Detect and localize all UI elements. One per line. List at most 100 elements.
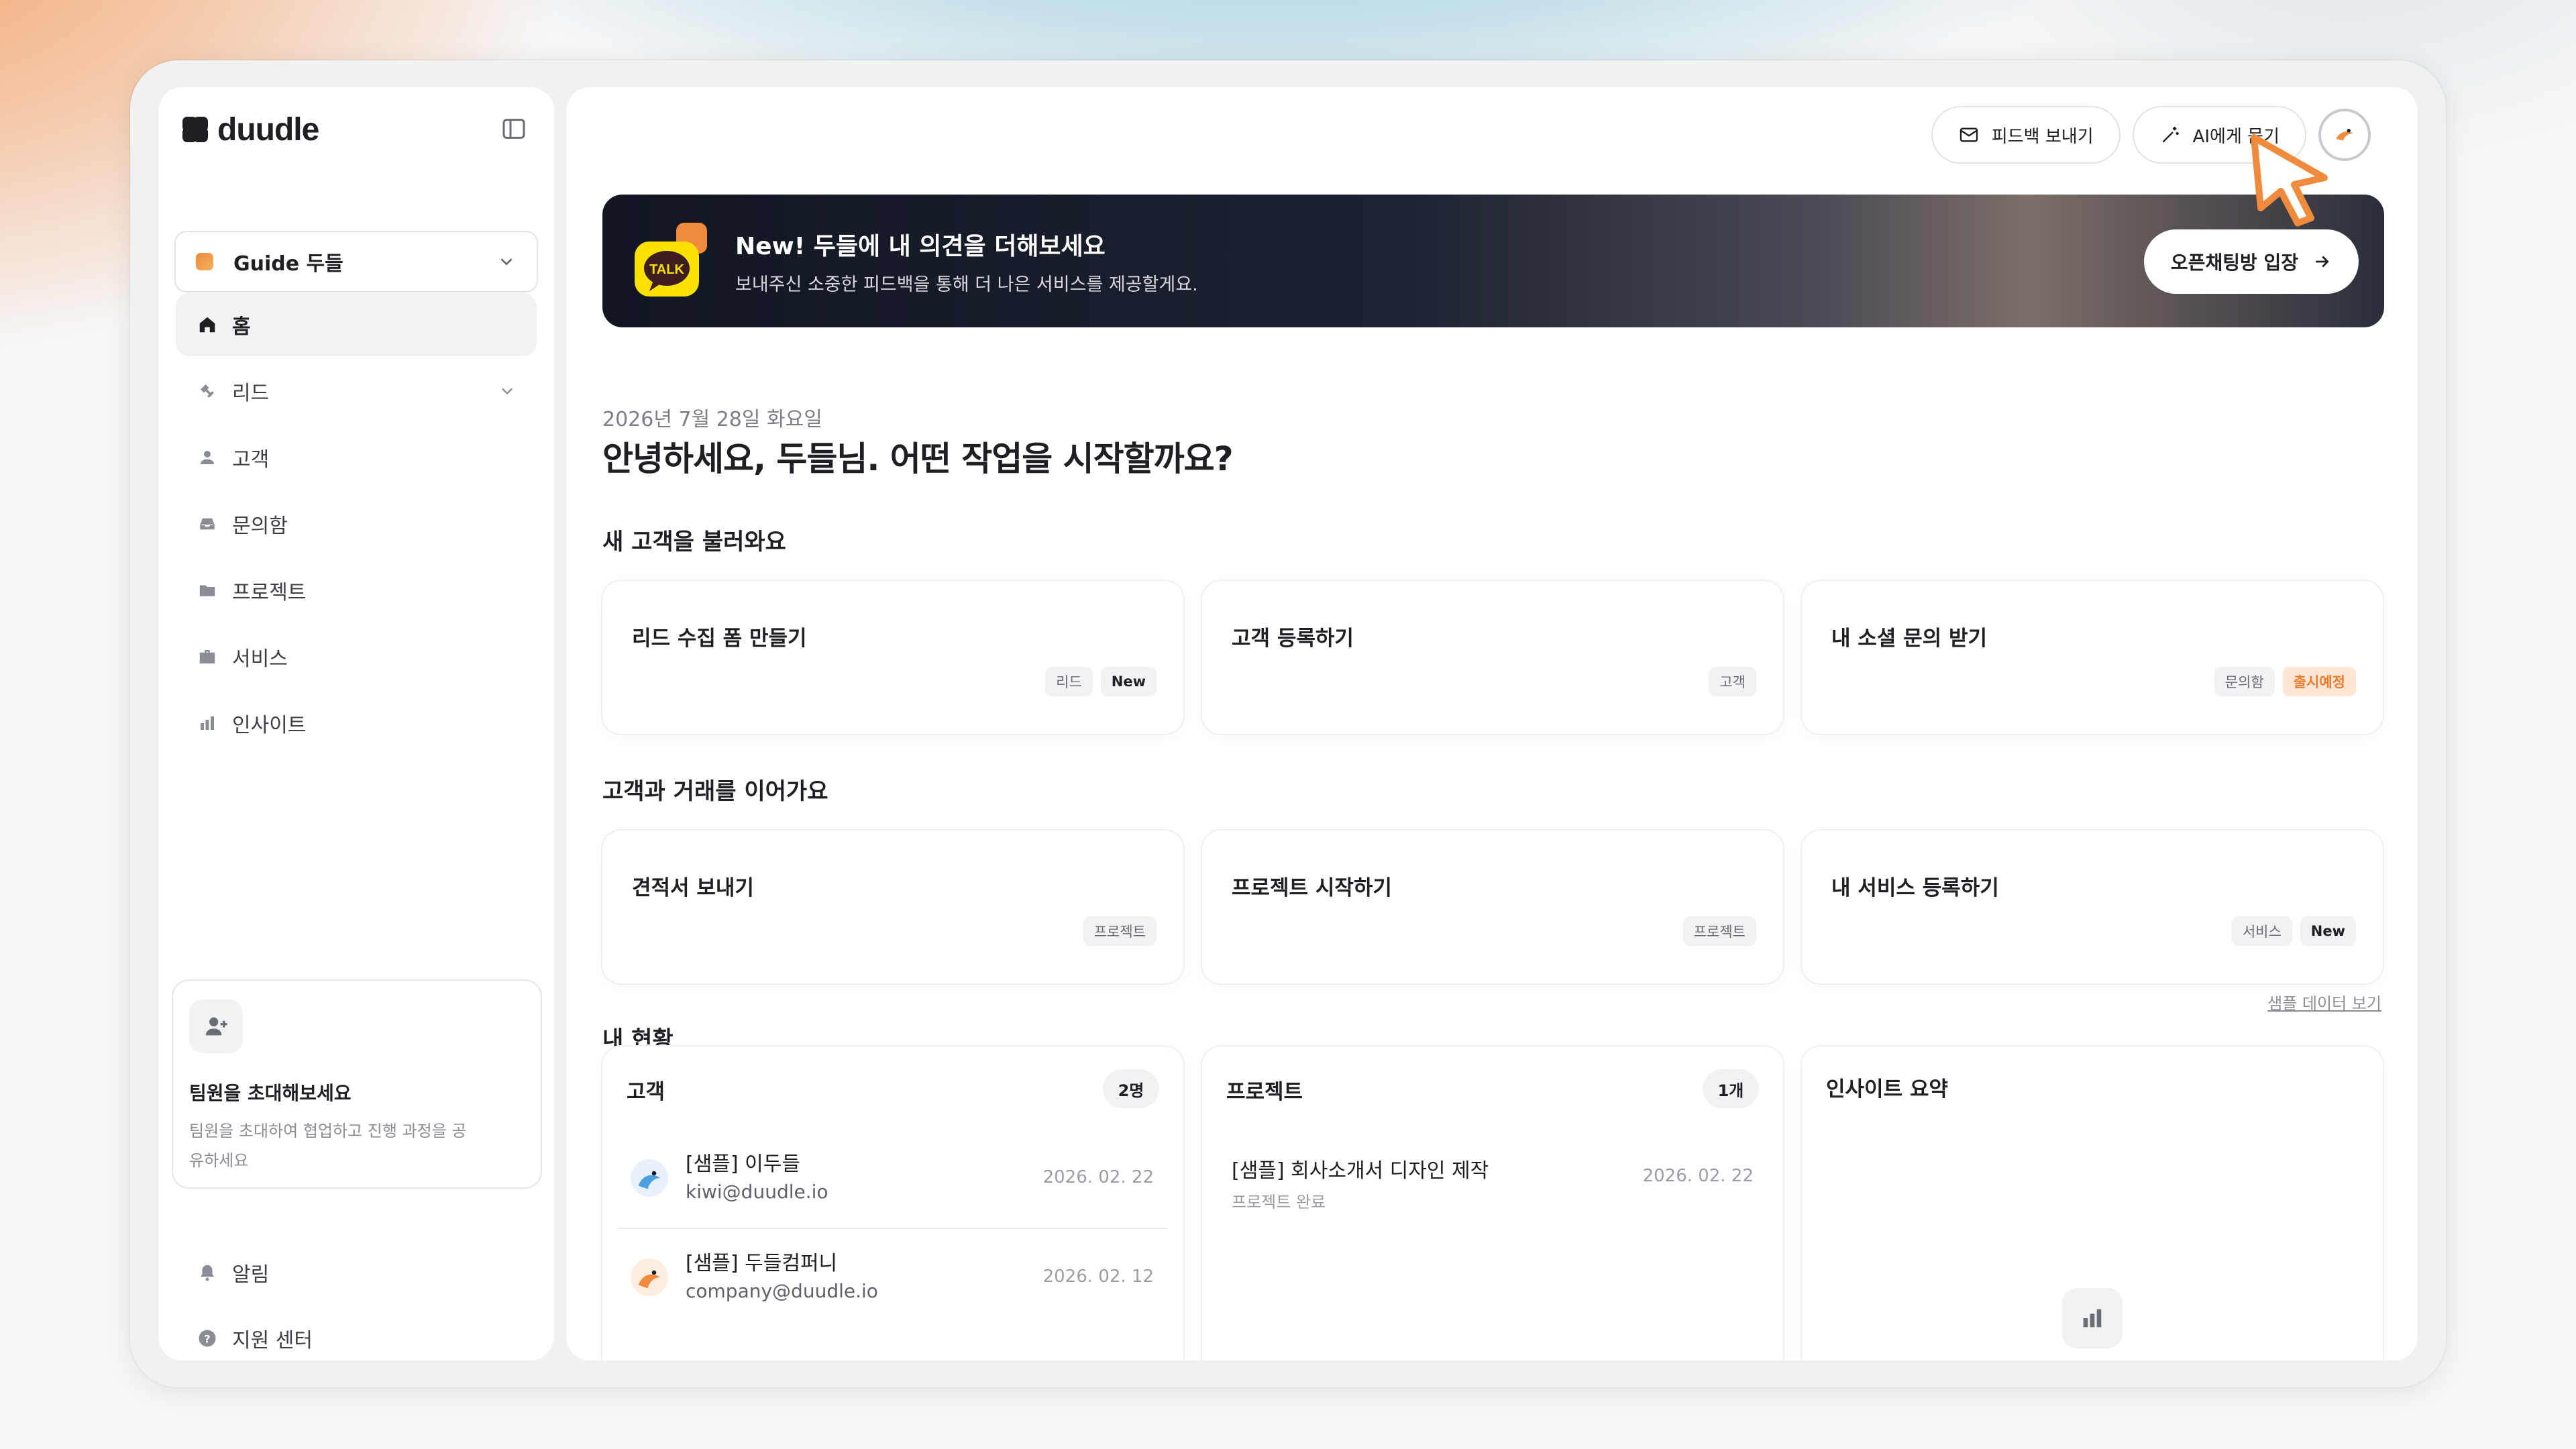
invite-title: 팀원을 초대해보세요: [189, 1082, 352, 1104]
feedback-banner: TALK New! 두들에 내 의견을 더해보세요 보내주신 소중한 피드백을 …: [602, 195, 2384, 327]
sidebar-nav: 홈 리드 고객 문의함 프로젝트 서비스 인사이트: [176, 290, 537, 755]
current-date: 2026년 7월 28일 화요일: [602, 408, 822, 431]
banner-title: New! 두들에 내 의견을 더해보세요: [735, 233, 1106, 260]
tag: 문의함: [2214, 667, 2275, 696]
workspace-label: Guide 두들: [233, 252, 343, 276]
sidebar-item-label: 문의함: [232, 515, 288, 538]
status-card-customers: 고객 2명 [샘플] 이두들 kiwi@duudle.io 2026. 02. …: [602, 1046, 1183, 1360]
card-title: 견적서 보내기: [632, 876, 754, 900]
customer-date: 2026. 02. 12: [1042, 1267, 1154, 1287]
page-title: 안녕하세요, 두들님. 어떤 작업을 시작할까요?: [602, 439, 1234, 478]
svg-text:?: ?: [204, 1332, 210, 1345]
workspace-select[interactable]: Guide 두들: [174, 231, 538, 292]
card-title: 내 서비스 등록하기: [1831, 876, 1999, 900]
card-title: 리드 수집 폼 만들기: [632, 627, 807, 651]
home-icon: [199, 317, 215, 333]
count-badge: 2명: [1103, 1069, 1159, 1108]
bell-icon: [201, 1265, 214, 1281]
card-social-inquiry[interactable]: 내 소셜 문의 받기 문의함 출시예정: [1802, 581, 2383, 734]
sidebar-item-home[interactable]: 홈: [176, 293, 537, 356]
sidebar-item-label: 프로젝트: [232, 581, 307, 604]
invite-icon-wrap: [189, 1000, 243, 1053]
list-item[interactable]: [샘플] 두들컴퍼니 company@duudle.io 2026. 02. 1…: [619, 1229, 1167, 1327]
sidebar-item-alerts[interactable]: 알림: [176, 1241, 537, 1304]
invite-team-card[interactable]: 팀원을 초대해보세요 팀원을 초대하여 협업하고 진행 과정을 공유하세요: [172, 979, 542, 1189]
sidebar-item-project[interactable]: 프로젝트: [176, 559, 537, 622]
sidebar-item-service[interactable]: 서비스: [176, 625, 537, 688]
main-content: 피드백 보내기 AI에게 묻기 TALK New! 두들에 내 의견을 더해보세…: [566, 87, 2418, 1360]
workspace-swatch: [196, 253, 213, 270]
tag-coming-soon: 출시예정: [2282, 667, 2356, 696]
avatar: [631, 1258, 668, 1296]
sidebar-item-label: 알림: [232, 1263, 270, 1287]
card-register-service[interactable]: 내 서비스 등록하기 서비스 New: [1802, 830, 2383, 983]
mail-icon: [1960, 127, 1978, 142]
card-lead-form[interactable]: 리드 수집 폼 만들기 리드 New: [602, 581, 1183, 734]
card-register-customer[interactable]: 고객 등록하기 고객: [1202, 581, 1783, 734]
add-user-icon: [206, 1017, 227, 1036]
card-title: 고객 등록하기: [1232, 627, 1354, 651]
list-item[interactable]: [샘플] 이두들 kiwi@duudle.io 2026. 02. 22: [619, 1130, 1167, 1228]
status-card-title: 인사이트 요약: [1826, 1077, 1948, 1102]
sidebar-item-label: 고객: [232, 448, 270, 472]
person-icon: [201, 451, 214, 464]
sidebar-bottom-nav: 알림 ? 지원 센터: [176, 1238, 537, 1370]
sidebar-item-label: 홈: [232, 315, 251, 339]
sidebar-item-inbox[interactable]: 문의함: [176, 492, 537, 555]
help-icon: ?: [199, 1330, 216, 1347]
customer-date: 2026. 02. 22: [1042, 1167, 1154, 1187]
tag-new: New: [2300, 916, 2356, 946]
tag: 서비스: [2231, 916, 2292, 946]
sidebar-item-insight[interactable]: 인사이트: [176, 692, 537, 755]
chevron-down-icon: [502, 388, 513, 395]
sidebar-item-customer[interactable]: 고객: [176, 426, 537, 489]
feedback-button[interactable]: 피드백 보내기: [1931, 106, 2121, 164]
chevron-down-icon: [500, 258, 513, 266]
count-badge: 1개: [1703, 1069, 1759, 1108]
sidebar-item-label: 인사이트: [232, 714, 307, 737]
sidebar-toggle-icon: [502, 119, 525, 139]
status-card-title: 고객: [627, 1080, 665, 1104]
card-title: 내 소셜 문의 받기: [1831, 627, 1988, 651]
customer-name: [샘플] 이두들: [686, 1152, 800, 1176]
bar-chart-icon: [201, 716, 214, 730]
open-chat-button[interactable]: 오픈채팅방 입장: [2143, 229, 2359, 294]
section-title-deals: 고객과 거래를 이어가요: [602, 778, 828, 805]
tag: 리드: [1045, 667, 1093, 696]
briefcase-icon: [199, 650, 215, 663]
status-card-projects: 프로젝트 1개 [샘플] 회사소개서 디자인 제작 프로젝트 완료 2026. …: [1202, 1046, 1783, 1360]
card-send-quote[interactable]: 견적서 보내기 프로젝트: [602, 830, 1183, 983]
avatar: [631, 1159, 668, 1197]
banner-subtitle: 보내주신 소중한 피드백을 통해 더 나은 서비스를 제공할게요.: [735, 274, 1198, 295]
sidebar-item-label: 지원 센터: [232, 1329, 313, 1352]
arrow-right-icon: [2316, 256, 2329, 268]
kakaotalk-icon: TALK: [635, 223, 707, 297]
status-card-insights: 인사이트 요약: [1802, 1046, 2383, 1360]
card-start-project[interactable]: 프로젝트 시작하기 프로젝트: [1202, 830, 1783, 983]
bar-chart-icon: [2083, 1309, 2102, 1328]
sidebar-item-label: 리드: [232, 382, 270, 405]
customer-name: [샘플] 두들컴퍼니: [686, 1252, 838, 1275]
project-status: 프로젝트 완료: [1232, 1193, 1326, 1212]
brand-name: duudle: [217, 112, 319, 148]
app-window: duudle Guide 두들 홈 리드 고객 문의함 프로젝트 서비스 인사이…: [130, 60, 2446, 1387]
mouse-cursor-icon: [2251, 134, 2328, 227]
invite-description: 팀원을 초대하여 협업하고 진행 과정을 공유하세요: [189, 1122, 467, 1170]
tag: 프로젝트: [1083, 916, 1157, 946]
magic-wand-icon: [2162, 127, 2179, 143]
card-title: 프로젝트 시작하기: [1232, 876, 1392, 900]
brand-logo[interactable]: duudle: [182, 111, 319, 148]
project-date: 2026. 02. 22: [1642, 1166, 1754, 1186]
sidebar-collapse-button[interactable]: [500, 115, 527, 142]
sidebar-item-support[interactable]: ? 지원 센터: [176, 1307, 537, 1370]
lead-icon: [201, 384, 214, 398]
sidebar-item-lead[interactable]: 리드: [176, 360, 537, 423]
customer-email: company@duudle.io: [686, 1280, 878, 1302]
tag: 고객: [1709, 667, 1756, 696]
open-chat-label: 오픈채팅방 입장: [2170, 252, 2298, 274]
folder-icon: [199, 585, 215, 596]
customer-email: kiwi@duudle.io: [686, 1181, 828, 1203]
sample-data-link[interactable]: 샘플 데이터 보기: [2267, 990, 2381, 1014]
project-name: [샘플] 회사소개서 디자인 제작: [1232, 1159, 1489, 1183]
banner-logo-text: TALK: [649, 262, 684, 277]
